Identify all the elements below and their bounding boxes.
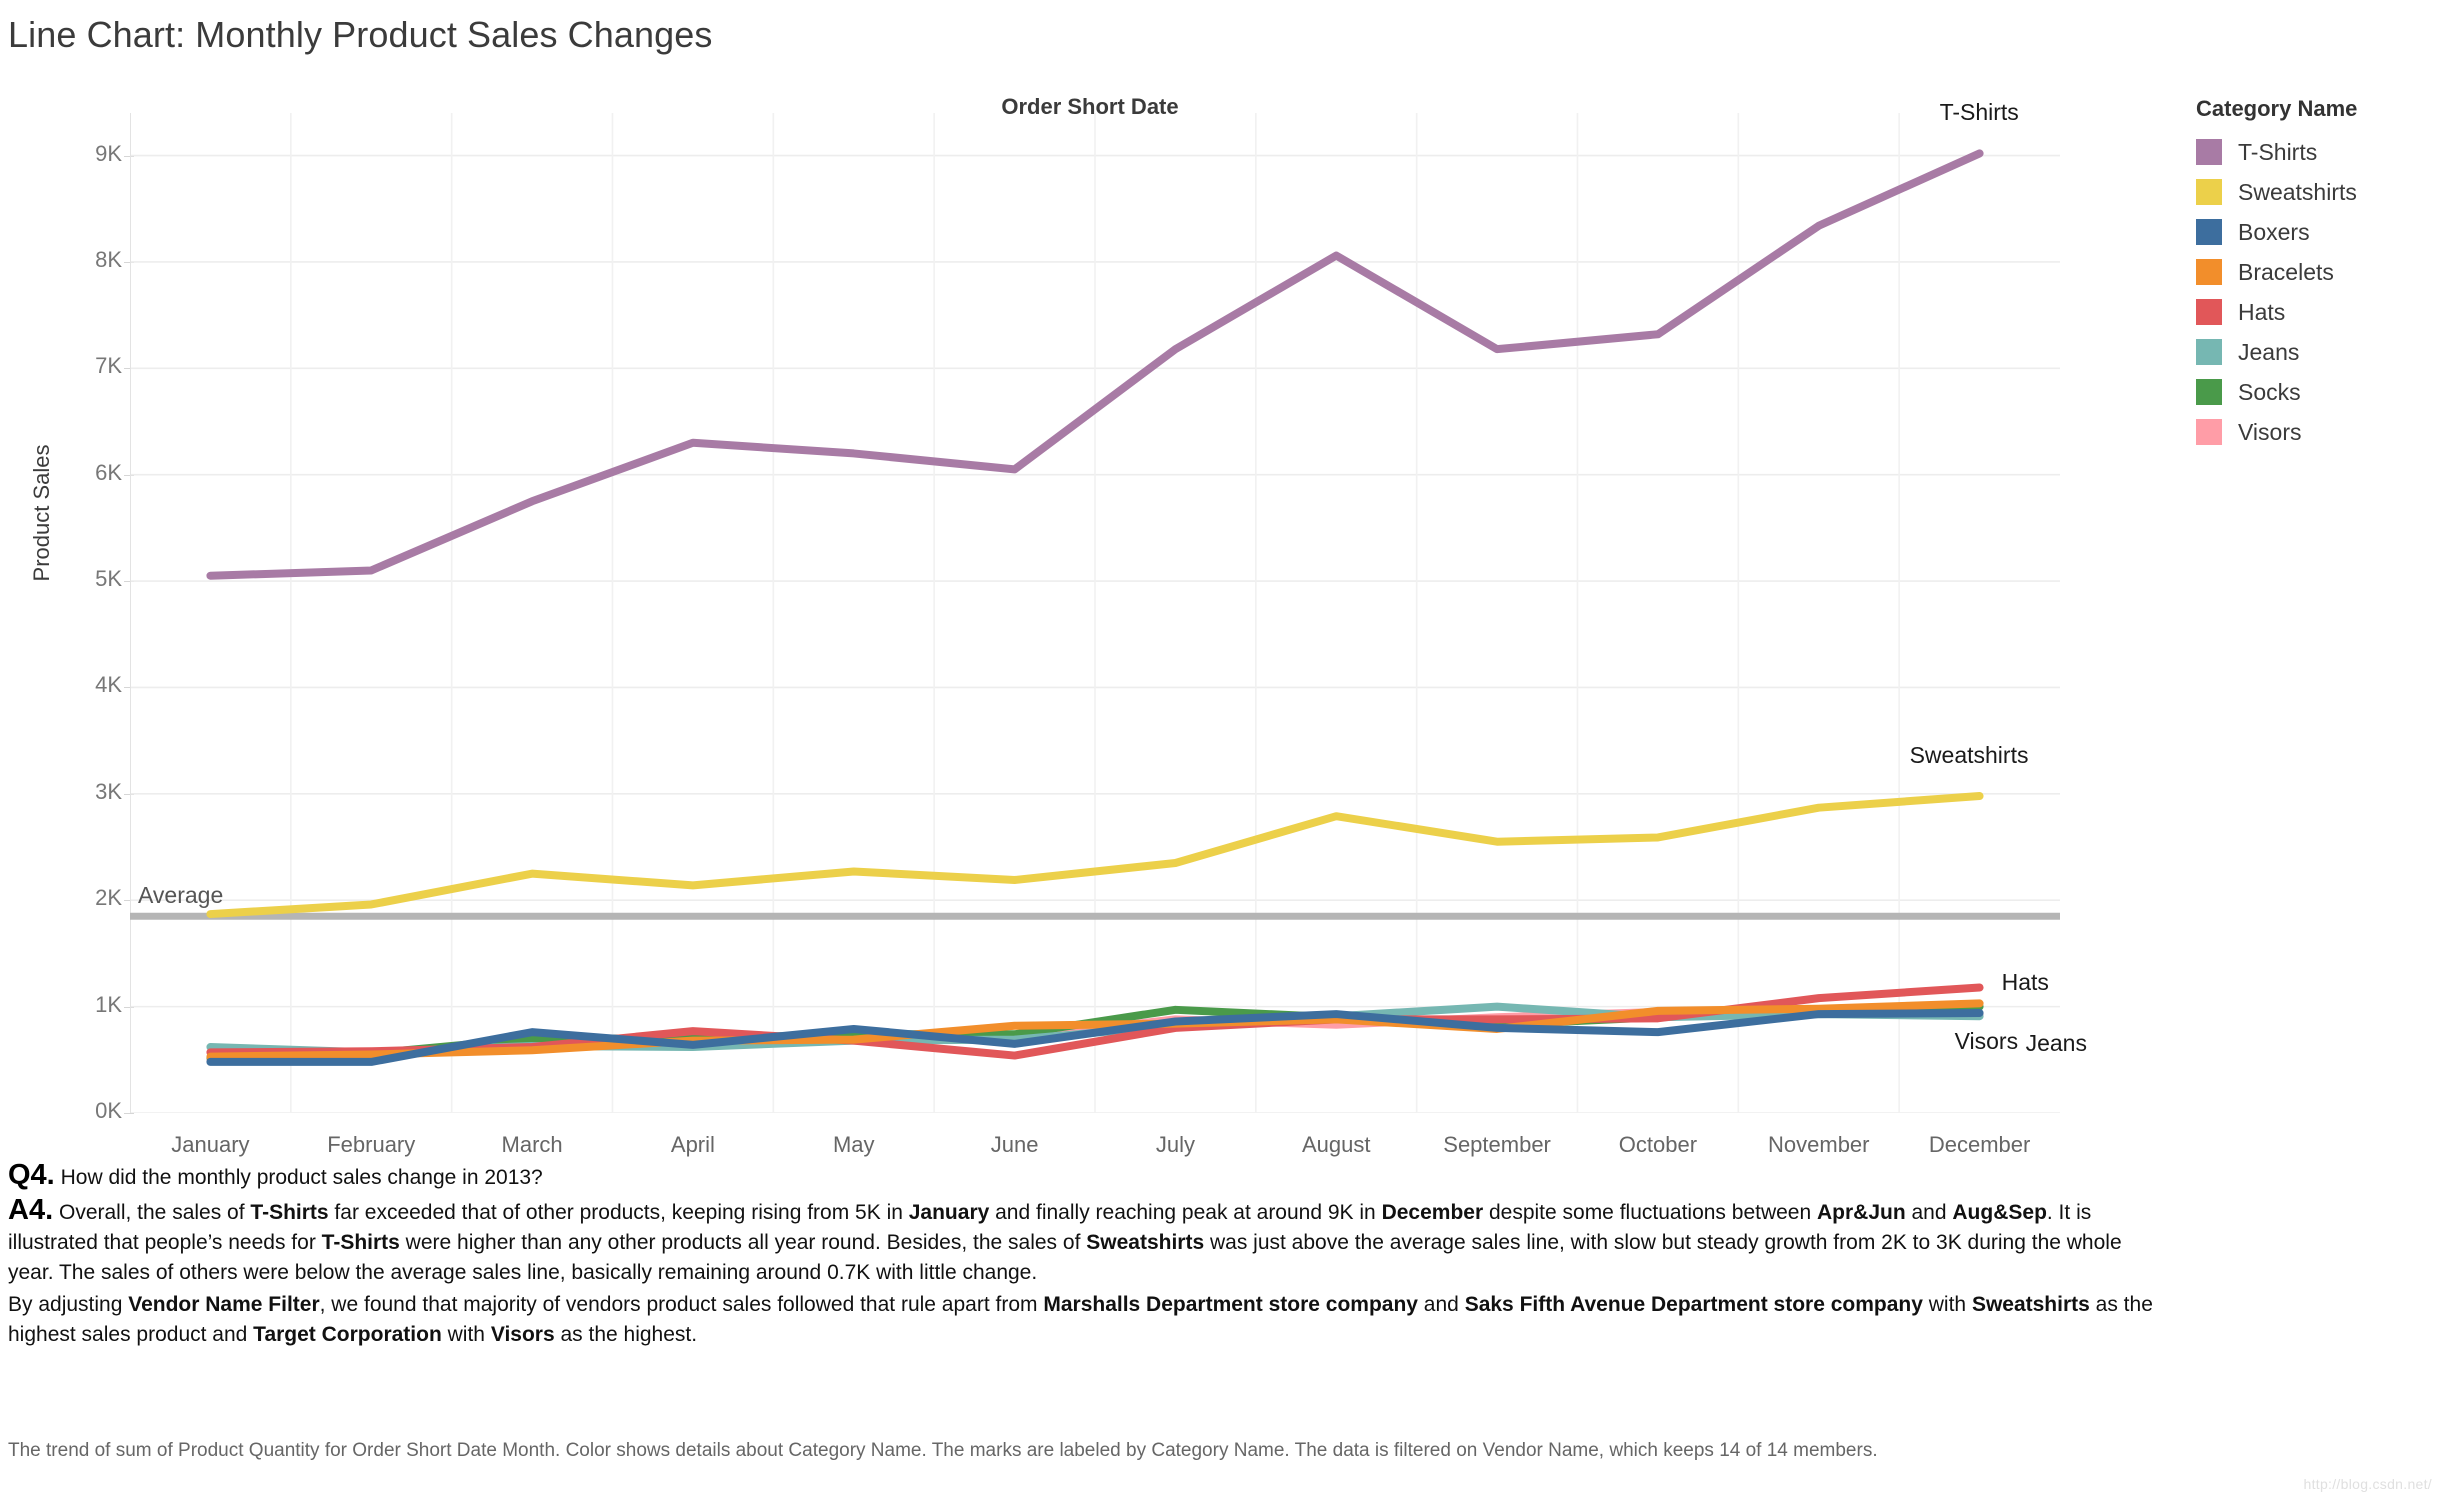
legend-item-sweatshirts[interactable]: Sweatshirts (2196, 172, 2436, 212)
legend-swatch-icon (2196, 219, 2222, 245)
legend-swatch-icon (2196, 259, 2222, 285)
average-reference-label: Average (138, 882, 224, 909)
x-tick-label-june: June (990, 1132, 1039, 1157)
legend-item-visors[interactable]: Visors (2196, 412, 2436, 452)
y-tick-label: 5K (95, 566, 122, 592)
answer-tag: A4. (8, 1194, 54, 1226)
legend-item-label: Socks (2238, 378, 2301, 405)
legend-item-hats[interactable]: Hats (2196, 292, 2436, 332)
page-title: Line Chart: Monthly Product Sales Change… (8, 14, 713, 55)
answer-seg-3: and finally reaching peak at around 9K i… (989, 1201, 1382, 1224)
answer-bold-2: January (908, 1201, 990, 1224)
y-tick-mark (124, 1113, 134, 1114)
y-tick-label: 4K (95, 672, 122, 698)
series-label-t-shirts: T-Shirts (1939, 99, 2019, 126)
y-tick-label: 6K (95, 459, 122, 485)
x-tick-label-april: April (670, 1132, 715, 1157)
x-tick-label-august: August (1302, 1132, 1371, 1157)
legend-item-t-shirts[interactable]: T-Shirts (2196, 132, 2436, 172)
answer2-seg-4: with (1922, 1293, 1972, 1316)
legend-title: Category Name (2196, 96, 2358, 121)
y-tick-label: 3K (95, 778, 122, 804)
answer2-seg-1: By adjusting (8, 1293, 129, 1316)
x-tick-label-december: December (1928, 1132, 2031, 1157)
answer2-seg-7: as the highest. (554, 1323, 698, 1346)
x-tick-label-october: October (1618, 1132, 1698, 1157)
legend-swatch-icon (2196, 339, 2222, 365)
x-tick-label-july: July (1155, 1132, 1195, 1157)
chart-container: Order Short Date Product Sales 0K 1K 2K 3K 4… (0, 70, 2180, 1157)
answer-seg-1: Overall, the sales of (58, 1201, 251, 1224)
answer2-bold-3: Saks Fifth Avenue Department store compa… (1464, 1293, 1923, 1316)
question-text: How did the monthly product sales change… (60, 1166, 543, 1189)
line-chart-svg (130, 113, 2060, 1113)
series-label-jeans: Jeans (2025, 1030, 2087, 1057)
legend-item-label: Sweatshirts (2238, 178, 2357, 205)
legend-item-label: Hats (2238, 298, 2286, 325)
legend-item-boxers[interactable]: Boxers (2196, 212, 2436, 252)
answer-seg-5: and (1905, 1201, 1953, 1224)
legend-item-label: Bracelets (2238, 258, 2334, 285)
legend-item-label: Boxers (2238, 218, 2310, 245)
answer-bold-4: Apr&Jun (1817, 1201, 1906, 1224)
question-tag: Q4. (8, 1159, 55, 1191)
y-tick-label: 2K (95, 885, 122, 911)
plot-area (130, 113, 2060, 1113)
legend-swatch-icon (2196, 299, 2222, 325)
x-tick-label-september: September (1443, 1132, 1551, 1157)
answer2-seg-6: with (441, 1323, 491, 1346)
chart-caption: The trend of sum of Product Quantity for… (8, 1440, 1878, 1461)
answer2-bold-4: Sweatshirts (1971, 1293, 2090, 1316)
answer2-bold-5: Target Corporation (253, 1323, 442, 1346)
answer2-seg-3: and (1417, 1293, 1465, 1316)
qa-block: Q4. How did the monthly product sales ch… (8, 1160, 2158, 1350)
legend-swatch-icon (2196, 139, 2222, 165)
y-tick-label: 8K (95, 246, 122, 272)
answer-paragraph-1: A4. Overall, the sales of T-Shirts far e… (8, 1195, 2158, 1288)
legend-swatch-icon (2196, 179, 2222, 205)
series-label-sweatshirts: Sweatshirts (1909, 741, 2029, 768)
watermark: http://blog.csdn.net/ (2303, 1476, 2432, 1492)
legend-item-jeans[interactable]: Jeans (2196, 332, 2436, 372)
answer2-bold-6: Visors (490, 1323, 555, 1346)
legend-items: T-Shirts Sweatshirts Boxers Bracelets Hats Je… (2196, 132, 2436, 452)
answer2-bold-1: Vendor Name Filter (128, 1293, 320, 1316)
answer-paragraph-2: By adjusting Vendor Name Filter, we foun… (8, 1290, 2158, 1350)
y-tick-label: 9K (95, 140, 122, 166)
series-label-visors: Visors (1954, 1028, 2019, 1055)
y-tick-label: 7K (95, 353, 122, 379)
series-label-hats: Hats (2001, 969, 2049, 996)
answer-bold-1: T-Shirts (250, 1201, 329, 1224)
answer-bold-6: T-Shirts (321, 1231, 400, 1254)
question-line: Q4. How did the monthly product sales ch… (8, 1160, 2158, 1193)
legend: Category Name T-Shirts Sweatshirts Boxers B… (2196, 96, 2436, 452)
x-tick-label-november: November (1768, 1132, 1870, 1157)
answer-bold-5: Aug&Sep (1952, 1201, 2047, 1224)
legend-item-bracelets[interactable]: Bracelets (2196, 252, 2436, 292)
answer2-seg-2: , we found that majority of vendors prod… (319, 1293, 1044, 1316)
x-tick-label-january: January (171, 1132, 250, 1157)
answer-bold-3: December (1381, 1201, 1484, 1224)
legend-item-label: Jeans (2238, 338, 2300, 365)
answer-seg-2: far exceeded that of other products, kee… (328, 1201, 909, 1224)
x-tick-label-february: February (327, 1132, 416, 1157)
answer-seg-7: were higher than any other products all … (399, 1231, 1087, 1254)
legend-swatch-icon (2196, 419, 2222, 445)
legend-item-label: T-Shirts (2238, 138, 2318, 165)
y-tick-label: 0K (95, 1098, 122, 1123)
answer-seg-4: despite some fluctuations between (1483, 1201, 1817, 1224)
legend-swatch-icon (2196, 379, 2222, 405)
x-tick-label-may: May (832, 1132, 875, 1157)
chart-page: Line Chart: Monthly Product Sales Change… (0, 0, 2442, 1498)
legend-item-label: Visors (2238, 418, 2302, 445)
answer2-bold-2: Marshalls Department store company (1043, 1293, 1418, 1316)
x-tick-label-march: March (501, 1132, 563, 1157)
legend-item-socks[interactable]: Socks (2196, 372, 2436, 412)
y-tick-label: 1K (95, 991, 122, 1017)
answer-bold-7: Sweatshirts (1086, 1231, 1205, 1254)
